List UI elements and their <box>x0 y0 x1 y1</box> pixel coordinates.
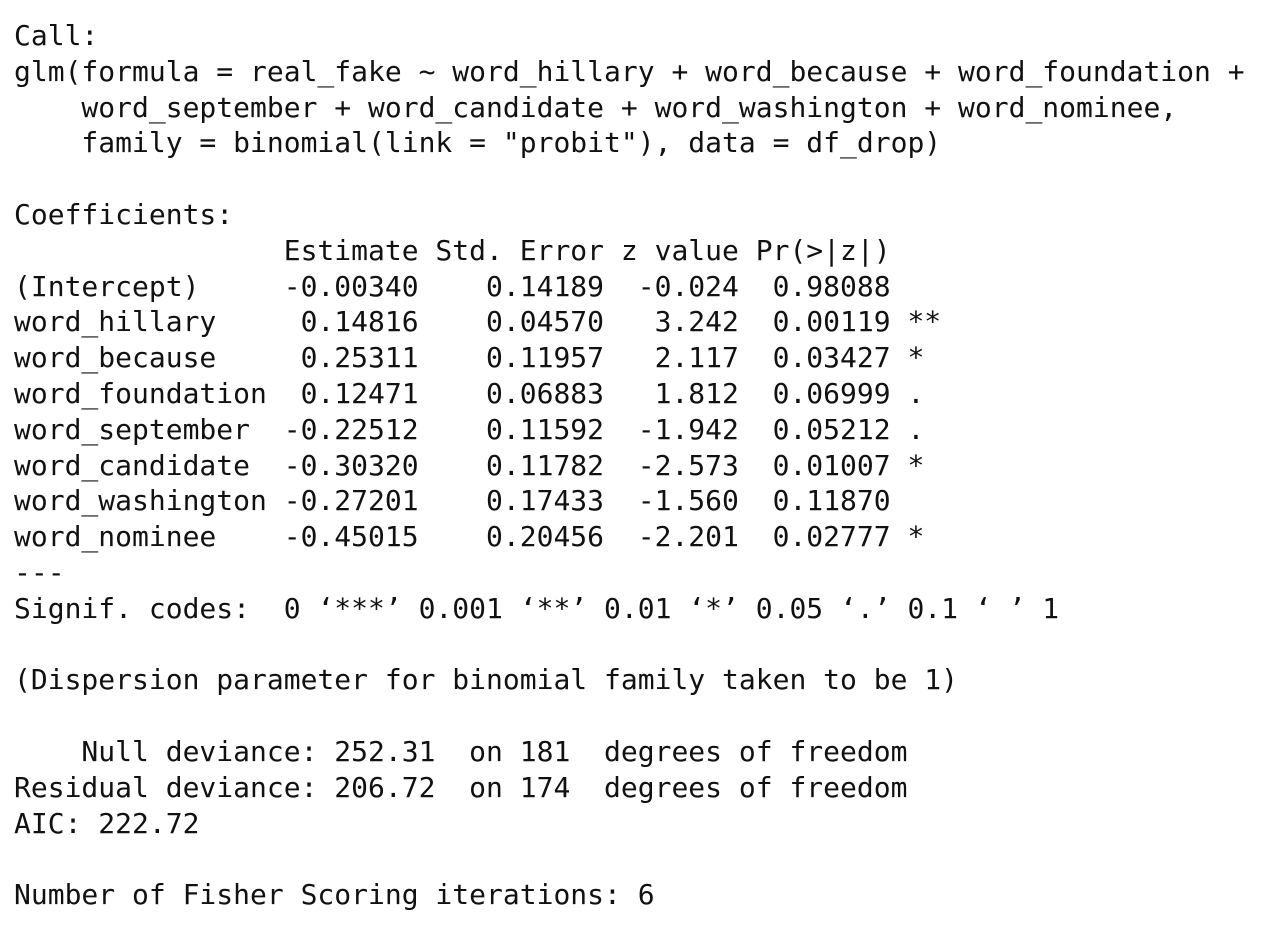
coefficient-row-word-candidate: word_candidate -0.30320 0.11782 -2.573 0… <box>14 448 925 482</box>
call-header: Call: <box>14 19 99 52</box>
null-deviance: Null deviance: 252.31 on 181 degrees of … <box>14 734 908 768</box>
r-console-output: Call: glm(formula = real_fake ~ word_hil… <box>14 18 1258 913</box>
call-line-formula: glm(formula = real_fake ~ word_hillary +… <box>14 54 1245 88</box>
coefficients-header: Coefficients: <box>14 197 234 231</box>
aic-value: AIC: 222.72 <box>14 806 200 840</box>
coefficient-row-word-september: word_september -0.22512 0.11592 -1.942 0… <box>14 412 925 446</box>
residual-deviance: Residual deviance: 206.72 on 174 degrees… <box>14 770 908 804</box>
dispersion-note: (Dispersion parameter for binomial famil… <box>14 663 959 697</box>
call-line-formula-continued: word_september + word_candidate + word_w… <box>14 90 1178 124</box>
coefficient-row-word-foundation: word_foundation 0.12471 0.06883 1.812 0.… <box>14 376 925 410</box>
coefficient-row-word-nominee: word_nominee -0.45015 0.20456 -2.201 0.0… <box>14 520 925 554</box>
separator: --- <box>14 555 65 589</box>
signif-codes: Signif. codes: 0 ‘***’ 0.001 ‘**’ 0.01 ‘… <box>14 591 1060 625</box>
coefficients-column-header: Estimate Std. Error z value Pr(>|z|) <box>14 233 891 267</box>
coefficient-row-intercept: (Intercept) -0.00340 0.14189 -0.024 0.98… <box>14 269 891 303</box>
coefficient-row-word-washington: word_washington -0.27201 0.17433 -1.560 … <box>14 484 891 518</box>
call-line-family: family = binomial(link = "probit"), data… <box>14 126 942 160</box>
coefficient-row-word-hillary: word_hillary 0.14816 0.04570 3.242 0.001… <box>14 305 942 339</box>
coefficient-row-word-because: word_because 0.25311 0.11957 2.117 0.034… <box>14 341 925 375</box>
fisher-iterations: Number of Fisher Scoring iterations: 6 <box>14 878 655 912</box>
